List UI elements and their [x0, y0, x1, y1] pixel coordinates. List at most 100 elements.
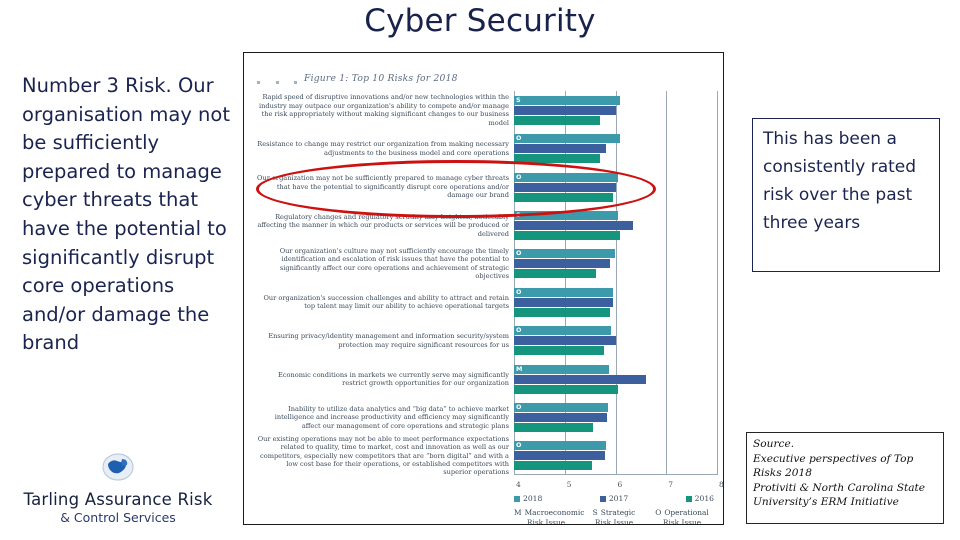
chart-bar [514, 307, 610, 317]
chart-bar [514, 374, 646, 384]
chart-x-tick-label: 4 [516, 480, 521, 489]
legend-category-key-line: Risk Issue [594, 517, 634, 525]
chart-x-tick-label: 7 [668, 480, 674, 489]
legend-category-key: M Macroeconomic Risk Issue [514, 508, 584, 525]
chart-risk-category-code: S [516, 210, 521, 219]
chart-bar [514, 230, 621, 240]
chart-bar [514, 441, 607, 451]
legend-category-letter: O [655, 508, 662, 517]
chart-bar [514, 422, 593, 432]
chart-risk-label: Our existing operations may not be able … [257, 434, 509, 477]
chart-x-tick-label: 6 [617, 480, 623, 489]
chart-risk-category-code: O [516, 326, 522, 335]
chart-risk-label: Rapid speed of disruptive innovations an… [259, 93, 509, 127]
chart-bar [514, 461, 593, 471]
chart-risk-label: Our organization may not be sufficiently… [257, 174, 509, 200]
chart-bar [514, 134, 620, 144]
chart-bar [514, 451, 605, 461]
legend-category-key-line: Risk Issue [526, 517, 566, 525]
legend-category-key-row: M Macroeconomic Risk Issue S Strategic Risk I… [514, 508, 714, 525]
page-title: Cyber Security [364, 3, 596, 39]
chart-risk-category-code: O [516, 441, 522, 450]
chart-risk-label: Regulatory changes and regulatory scruti… [257, 212, 509, 238]
chart-risk-category-code: O [516, 402, 522, 411]
chart-bar [514, 192, 614, 202]
figure-caption: Figure 1: Top 10 Risks for 2018 [304, 73, 458, 84]
chart-bar-group: O [514, 402, 717, 432]
chart-bar-group: O [514, 287, 717, 317]
risk-description-text: Number 3 Risk. Our organisation may not … [22, 74, 230, 355]
legend-category-key-line: O Operational [650, 508, 714, 518]
globe-icon [8, 452, 228, 487]
legend-category-key-line: S Strategic [582, 508, 646, 518]
chart-bar [514, 154, 601, 164]
chart-bar [514, 144, 606, 154]
chart-bar [514, 115, 601, 125]
chart-bar-group: O [514, 172, 717, 202]
logo-secondary-text: & Control Services [60, 510, 176, 525]
company-logo: Tarling Assurance Risk & Control Service… [8, 452, 228, 525]
legend-item: 2017 [599, 494, 629, 503]
chart-risk-label: Our organization's culture may not suffi… [279, 246, 509, 281]
chart-bar [514, 210, 618, 220]
legend-category-key: O Operational Risk Issue [650, 508, 714, 525]
legend-swatch [685, 495, 692, 502]
chart-bar-group: S [514, 95, 717, 125]
source-line: Risks 2018 [753, 467, 812, 480]
chart-bar [514, 95, 620, 105]
chart-bar [514, 220, 634, 230]
legend-item: 2016 [685, 494, 714, 503]
chart-risk-label: Inability to utilize data analytics and … [274, 404, 509, 430]
logo-primary-text: Tarling Assurance Risk [23, 490, 213, 509]
legend-category-key-line: M Macroeconomic [514, 508, 584, 518]
chart-bar [514, 269, 597, 279]
source-line: Protiviti & North Carolina State [753, 481, 926, 494]
chart-risk-category-code: O [516, 249, 522, 258]
chart-bar [514, 172, 619, 182]
legend-label: 2018 [523, 494, 543, 503]
chart-bar [514, 364, 610, 374]
chart-bar-group: S [514, 210, 717, 240]
chart-plot-area: 4 5 6 7 8 S O O S O O O M O O [514, 91, 723, 489]
chart-bar-group: M [514, 364, 717, 394]
legend-category-key: S Strategic Risk Issue [582, 508, 646, 525]
chart-bar [514, 287, 613, 297]
chart-risk-label: Our organization's succession challenges… [263, 293, 509, 311]
legend-label: 2017 [608, 494, 629, 503]
chart-bar-group: O [514, 134, 717, 164]
chart-legend: 2018 2017 2016 M Macroeconomic Risk Issue S St… [514, 494, 714, 525]
chart-x-tick-label: 5 [566, 480, 572, 489]
chart-bar-group: O [514, 441, 717, 471]
chart-bar [514, 336, 616, 346]
chart-bar [514, 249, 615, 259]
chart-bar-group: O [514, 326, 717, 356]
legend-item: 2018 [514, 494, 542, 503]
legend-category-name: Macroeconomic [524, 508, 585, 517]
source-citation: Source. Executive perspectives of Top Ri… [746, 432, 944, 524]
chart-gridline [717, 91, 718, 475]
legend-swatch [599, 495, 606, 502]
chart-category-labels: Rapid speed of disruptive innovations an… [252, 91, 514, 489]
chart-bar [514, 412, 607, 422]
source-line: Source. [753, 438, 795, 450]
chart-risk-category-code: O [516, 134, 522, 143]
legend-series-row: 2018 2017 2016 [514, 494, 714, 503]
callout-note: This has been a consistently rated risk … [752, 118, 940, 272]
chart-bar [514, 259, 611, 269]
chart-risk-category-code: S [516, 95, 521, 104]
legend-category-key-line: Risk Issue [662, 517, 702, 525]
legend-label: 2016 [694, 494, 714, 503]
bullet-dots-decoration [257, 77, 297, 87]
legend-swatch [514, 495, 520, 502]
embedded-figure-image: Figure 1: Top 10 Risks for 2018 Rapid sp… [243, 52, 724, 525]
chart-bar-group: O [514, 249, 717, 279]
source-line: Executive perspectives of Top [753, 452, 914, 465]
legend-category-name: Strategic [600, 508, 636, 517]
legend-category-name: Operational [664, 508, 709, 517]
bar-chart: Rapid speed of disruptive innovations an… [252, 91, 723, 489]
source-line: University’s ERM Initiative [753, 496, 899, 509]
chart-risk-label: Ensuring privacy/identity management and… [268, 332, 509, 349]
chart-x-tick-label: 8 [719, 480, 724, 489]
chart-risk-category-code: O [516, 287, 522, 296]
chart-bar [514, 402, 609, 412]
